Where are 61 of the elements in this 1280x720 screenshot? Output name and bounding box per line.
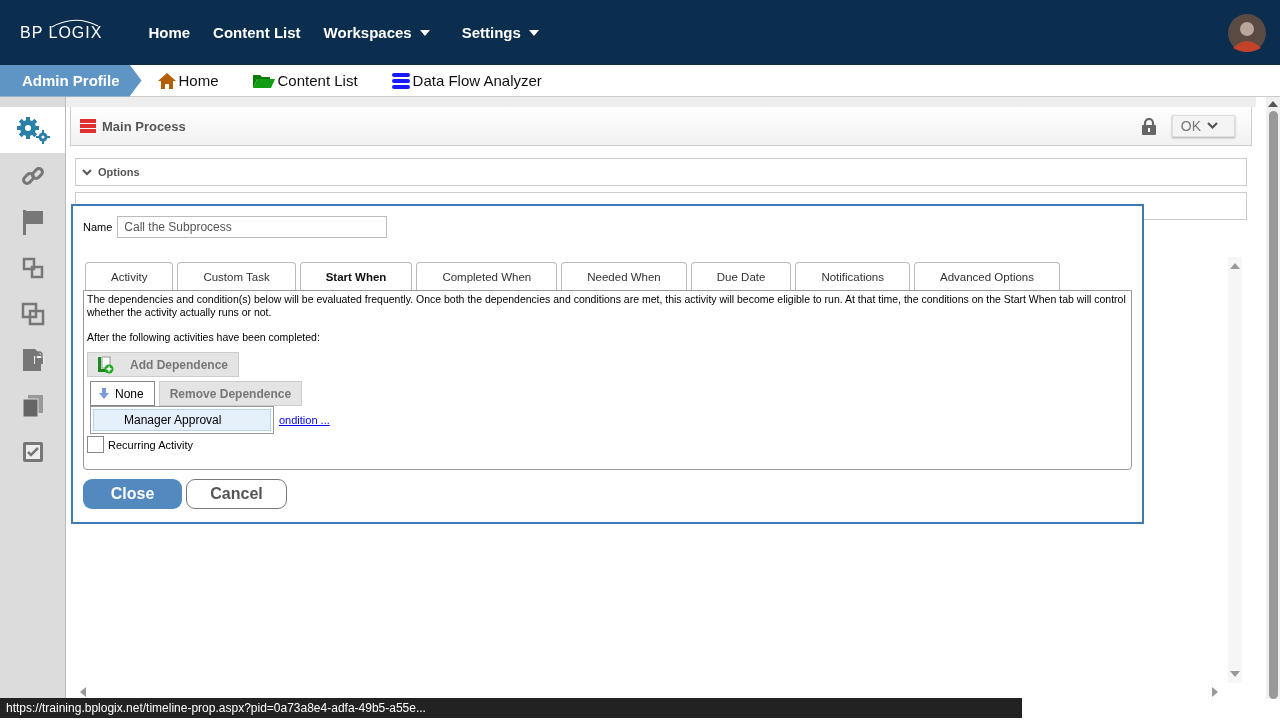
tab[interactable]: Needed When <box>561 262 687 290</box>
logo[interactable]: BP LOGIX <box>20 23 103 42</box>
ok-button[interactable]: OK <box>1171 115 1235 137</box>
link-icon <box>20 164 45 188</box>
recurring-checkbox[interactable] <box>87 436 104 453</box>
avatar[interactable] <box>1228 13 1266 52</box>
recurring-label: Recurring Activity <box>108 438 193 451</box>
house-icon <box>157 72 176 89</box>
squares-icon <box>21 257 44 279</box>
lock-icon <box>1141 117 1156 135</box>
caret-icon <box>419 29 430 36</box>
gears-icon <box>15 116 50 144</box>
instruction-text: After the following activities have been completed: <box>87 331 321 344</box>
breadcrumb-link[interactable]: Content List <box>252 72 358 89</box>
cancel-button[interactable]: Cancel <box>186 479 287 509</box>
server-icon <box>80 119 96 133</box>
breadcrumb-link[interactable]: Home <box>157 72 219 89</box>
tab[interactable]: Notifications <box>795 262 910 290</box>
add-list-icon <box>96 355 114 374</box>
scrollbar[interactable] <box>1266 97 1280 699</box>
nav-link[interactable]: Settings <box>461 24 539 41</box>
name-label: Name <box>83 221 113 233</box>
nav-link[interactable]: Content List <box>213 24 301 41</box>
condition-link[interactable]: ondition ... <box>279 414 330 426</box>
overlapping-squares-icon <box>20 302 45 326</box>
dependence-select[interactable]: None <box>90 381 155 406</box>
status-url: https://training.bplogix.net/timeline-prop.aspx?pid=0a73a8e4-adfa-49b5-a55e... <box>0 698 1022 718</box>
description-text: The dependencies and condition(s) below will be evaluated frequently. Once both the dependencies and conditions are met, this activity will become eligible to run. At that time, the conditions on the Start When tab will control whether the activity actually runs or not. <box>87 293 1127 319</box>
chevron-icon <box>1207 122 1218 130</box>
logo-swoosh-icon <box>50 17 100 28</box>
dropdown-option[interactable]: Manager Approval <box>93 409 271 431</box>
breadcrumb-link[interactable]: Data Flow Analyzer <box>391 72 542 89</box>
close-button[interactable]: Close <box>83 479 182 509</box>
scroll-left-icon[interactable] <box>80 687 86 697</box>
tab[interactable]: Completed When <box>416 262 558 290</box>
copy-icon <box>21 394 44 418</box>
tab[interactable]: Advanced Options <box>914 262 1060 290</box>
name-field[interactable]: Call the Subprocess <box>117 216 388 238</box>
tab[interactable]: Start When <box>299 262 413 290</box>
caret-icon <box>528 29 539 36</box>
flag-icon <box>20 209 45 235</box>
nav-link[interactable]: Workspaces <box>323 24 430 41</box>
down-arrow-icon <box>99 388 109 399</box>
sidebar-item[interactable] <box>0 107 65 153</box>
locked-document-icon <box>20 347 45 373</box>
tab[interactable]: Due Date <box>690 262 792 290</box>
scrollbar[interactable] <box>1228 257 1242 683</box>
remove-dependence-button[interactable]: Remove Dependence <box>158 381 303 406</box>
nav-link[interactable]: Home <box>148 24 191 41</box>
database-icon <box>391 72 410 89</box>
tab[interactable]: Custom Task <box>177 262 296 290</box>
chevron-icon <box>82 168 92 176</box>
add-dependence-button[interactable]: Add Dependence <box>87 352 239 377</box>
process-title: Main Process <box>102 118 186 134</box>
section-header[interactable]: Options <box>75 158 1247 186</box>
scroll-down-icon[interactable] <box>1230 671 1240 677</box>
scroll-right-icon[interactable] <box>1212 687 1218 697</box>
folder-icon <box>252 73 275 88</box>
scroll-up-icon[interactable] <box>1268 101 1278 107</box>
tab[interactable]: Activity <box>85 262 174 290</box>
checkbox-icon <box>20 440 45 464</box>
